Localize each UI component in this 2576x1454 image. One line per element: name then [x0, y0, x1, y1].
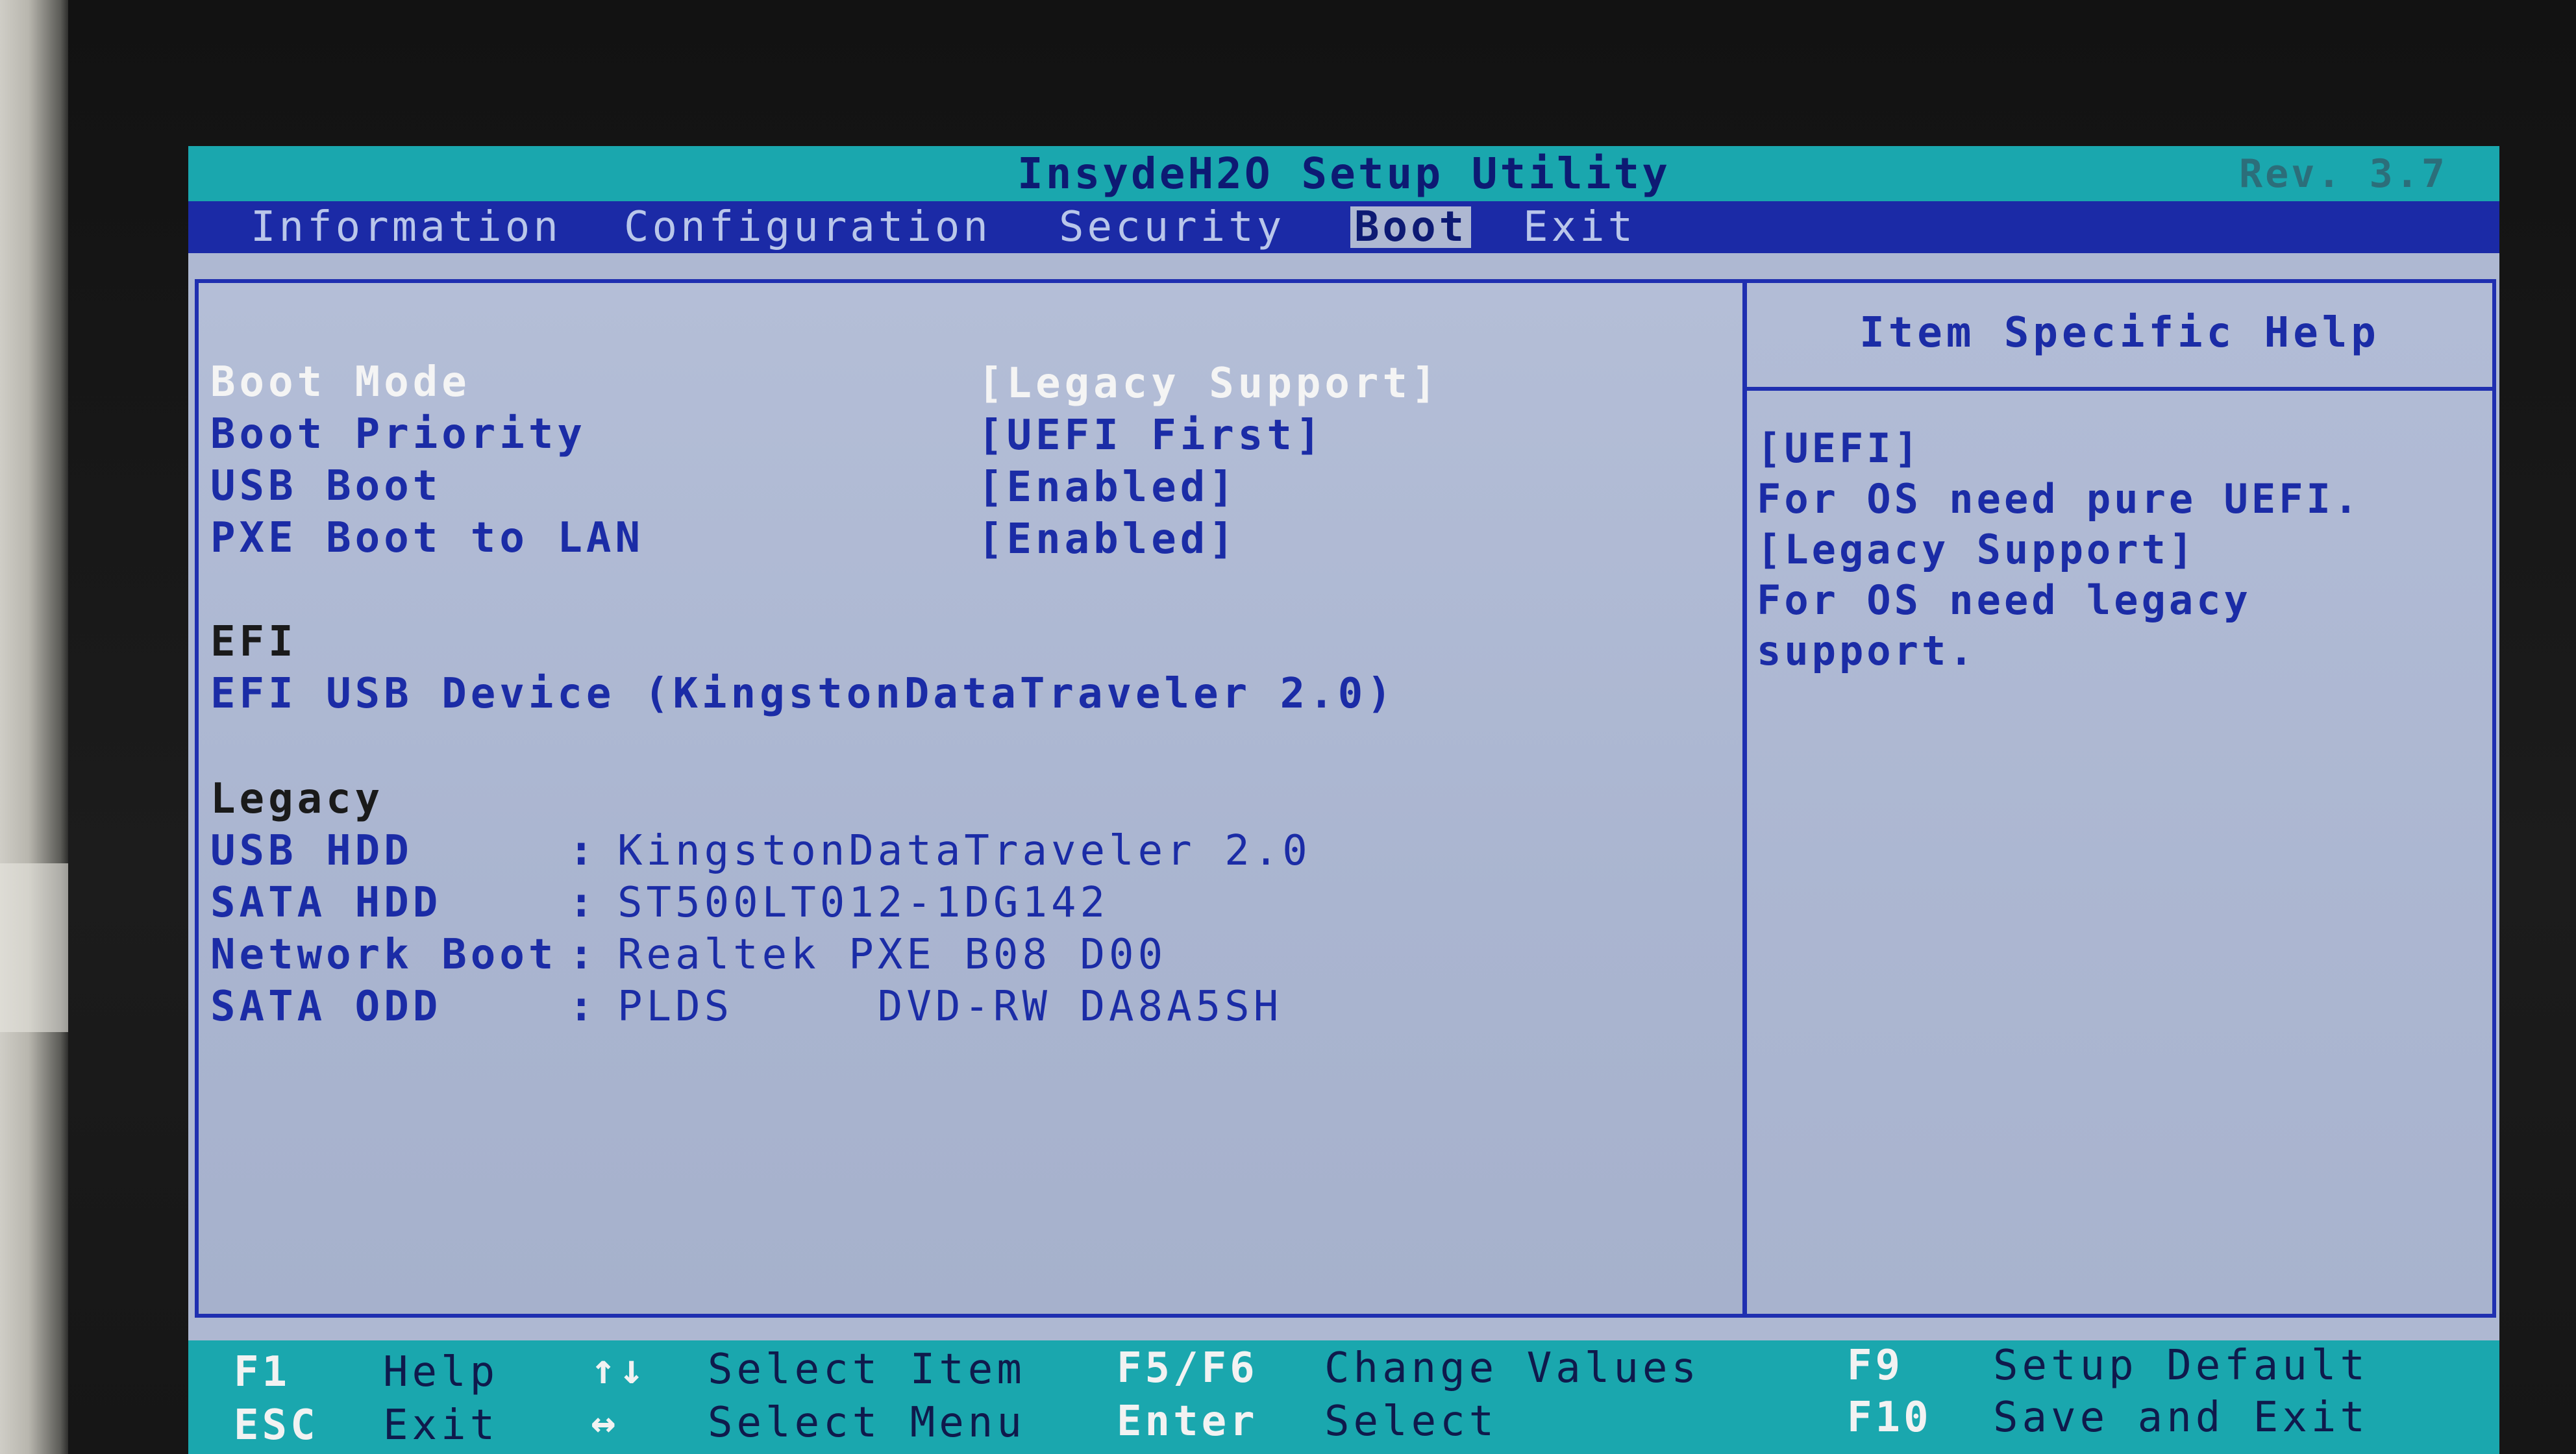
key-desc-setup-default: Setup Default — [1993, 1342, 2369, 1390]
help-title: Item Specific Help — [1859, 309, 2380, 357]
key-f1[interactable]: F1 — [234, 1349, 290, 1395]
key-f9[interactable]: F9 — [1847, 1343, 1903, 1388]
legacy-separator: : — [569, 983, 598, 1031]
efi-heading: EFI — [210, 618, 297, 666]
legacy-separator: : — [569, 879, 598, 927]
help-divider — [1747, 387, 2492, 391]
setting-value-pxe-boot[interactable]: [Enabled] — [978, 517, 1238, 562]
desk-object — [0, 863, 71, 1032]
desk-background — [0, 0, 71, 1454]
help-text-line: [UEFI] — [1757, 425, 1922, 472]
key-desc-select-menu: Select Menu — [708, 1399, 1026, 1447]
help-text-line: For OS need legacy — [1757, 576, 2251, 624]
revision-label: Rev. 3.7 — [2239, 151, 2447, 197]
tab-boot[interactable]: Boot — [1350, 206, 1472, 248]
legacy-heading: Legacy — [210, 775, 384, 823]
setting-value-boot-priority[interactable]: [UEFI First] — [978, 413, 1324, 458]
help-text-line: For OS need pure UEFI. — [1757, 475, 2362, 523]
legacy-device-network-boot[interactable]: Realtek PXE B08 D00 — [617, 932, 1167, 978]
setting-label-pxe-boot[interactable]: PXE Boot to LAN — [210, 515, 644, 561]
key-f5-f6[interactable]: F5/F6 — [1117, 1346, 1258, 1391]
legacy-device-sata-odd[interactable]: PLDS DVD-RW DA8A5SH — [617, 984, 1282, 1029]
key-f10[interactable]: F10 — [1847, 1395, 1932, 1440]
boot-settings-panel: Boot Mode [Legacy Support] Boot Priority… — [195, 279, 1746, 1318]
tab-information[interactable]: Information — [247, 206, 565, 248]
key-help-footer: F1 Help ESC Exit ↑↓ Select Item ↔ Select… — [188, 1340, 2499, 1454]
key-desc-help: Help — [383, 1348, 499, 1396]
updown-arrows-icon: ↑↓ — [591, 1346, 648, 1394]
legacy-device-sata-hdd[interactable]: ST500LT012-1DG142 — [617, 880, 1109, 926]
bios-screen: InsydeH2O Setup Utility Rev. 3.7 Informa… — [188, 146, 2499, 1454]
setting-label-boot-priority[interactable]: Boot Priority — [210, 412, 586, 457]
item-help-panel: Item Specific Help [UEFI] For OS need pu… — [1743, 279, 2496, 1318]
key-desc-exit: Exit — [383, 1401, 499, 1449]
tab-security[interactable]: Security — [1055, 206, 1289, 248]
menu-bar: Information Configuration Security Boot … — [188, 201, 2499, 253]
legacy-type-sata-hdd[interactable]: SATA HDD — [210, 880, 441, 926]
leftright-arrows-icon: ↔ — [591, 1399, 619, 1447]
legacy-separator: : — [569, 931, 598, 979]
key-enter[interactable]: Enter — [1117, 1399, 1258, 1444]
key-desc-select: Select — [1324, 1398, 1498, 1446]
tab-configuration[interactable]: Configuration — [620, 206, 995, 248]
help-text-line: support. — [1757, 627, 1977, 674]
title-bar: InsydeH2O Setup Utility Rev. 3.7 — [188, 146, 2499, 201]
app-title: InsydeH2O Setup Utility — [1017, 149, 1670, 199]
legacy-type-usb-hdd[interactable]: USB HDD — [210, 828, 413, 874]
legacy-type-sata-odd[interactable]: SATA ODD — [210, 984, 441, 1029]
key-desc-change-values: Change Values — [1324, 1344, 1700, 1392]
setting-value-usb-boot[interactable]: [Enabled] — [978, 465, 1238, 510]
key-desc-save-exit: Save and Exit — [1993, 1394, 2369, 1442]
help-text-line: [Legacy Support] — [1757, 526, 2197, 573]
efi-device-item[interactable]: EFI USB Device (KingstonDataTraveler 2.0… — [210, 671, 1396, 717]
legacy-device-usb-hdd[interactable]: KingstonDataTraveler 2.0 — [617, 828, 1311, 874]
setting-value-boot-mode[interactable]: [Legacy Support] — [978, 361, 1441, 406]
setting-label-usb-boot[interactable]: USB Boot — [210, 463, 441, 509]
tab-exit[interactable]: Exit — [1519, 206, 1640, 248]
key-desc-select-item: Select Item — [708, 1346, 1026, 1394]
setting-label-boot-mode[interactable]: Boot Mode — [210, 360, 471, 405]
key-esc[interactable]: ESC — [234, 1403, 319, 1448]
legacy-separator: : — [569, 827, 598, 875]
legacy-type-network-boot[interactable]: Network Boot — [210, 932, 557, 978]
